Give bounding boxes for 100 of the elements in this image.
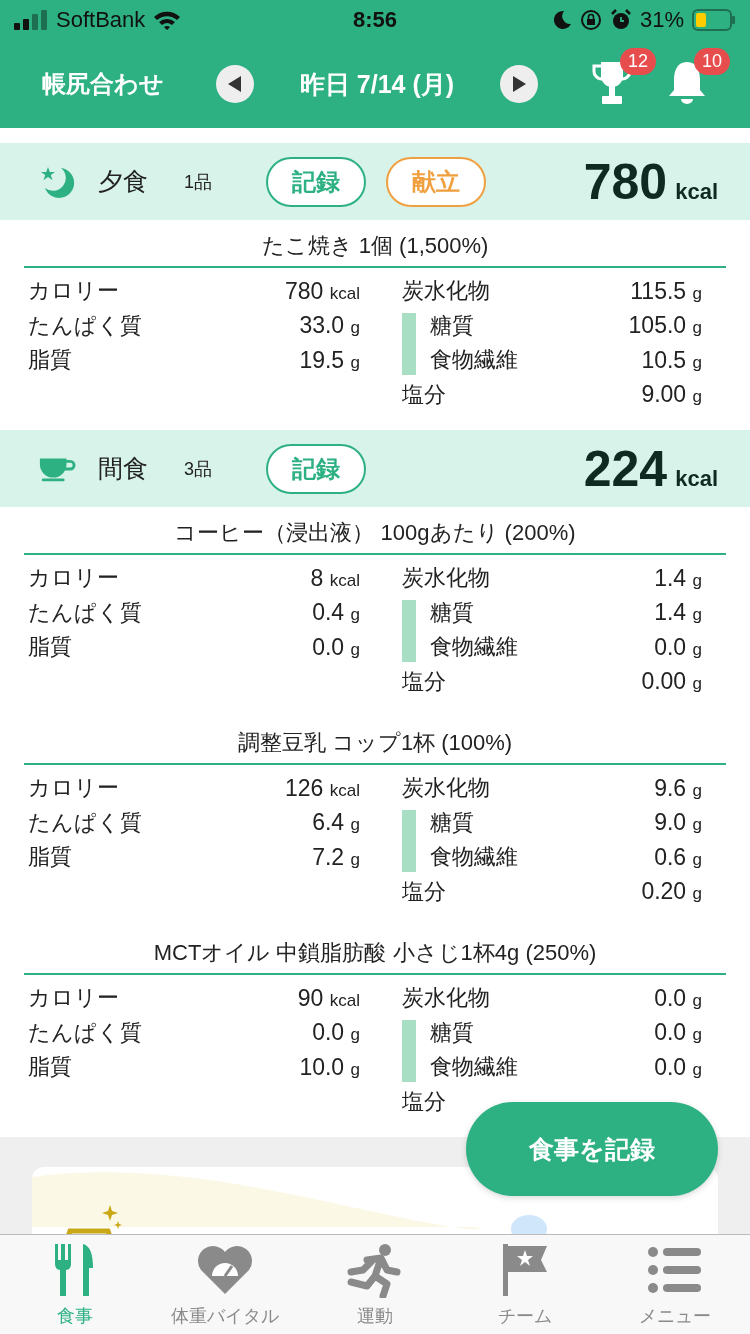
nutrient-value: 10.5 g: [641, 346, 702, 374]
nutrient-label: たんぱく質: [28, 1018, 142, 1047]
nutrient-value: 0.0 g: [312, 633, 360, 661]
nutrient-value: 1.4 g: [654, 599, 702, 627]
next-day-button[interactable]: [500, 65, 538, 103]
nutrient-value: 126 kcal: [285, 774, 360, 802]
nutrient-label: 食物繊維: [430, 346, 518, 375]
meal-plan-button[interactable]: 献立: [386, 156, 486, 207]
item-count: 3品: [184, 457, 213, 481]
rotation-lock-icon: [579, 9, 602, 31]
nutrient-value: 7.2 g: [312, 843, 360, 871]
tab-item[interactable]: チーム: [450, 1235, 600, 1334]
moon-icon: [551, 10, 572, 30]
food-title[interactable]: コーヒー（浸出液） 100gあたり (200%): [24, 507, 726, 555]
nutrient-label: 食物繊維: [430, 1053, 518, 1082]
nutrient-value: 19.5 g: [299, 346, 360, 374]
nutrient-label: 脂質: [28, 633, 72, 662]
nutrient-label: 塩分: [402, 1087, 446, 1116]
wifi-icon: [153, 10, 182, 30]
tab-item[interactable]: 体重バイタル: [150, 1235, 300, 1334]
nutrient-label: 糖質: [430, 1018, 474, 1047]
left-triangle-icon: [228, 76, 242, 92]
item-count: 1品: [184, 170, 213, 194]
page-title: 帳尻合わせ: [42, 69, 165, 99]
nutrient-value: 9.00 g: [641, 381, 702, 409]
nutrient-label: たんぱく質: [28, 598, 142, 627]
food-title[interactable]: MCTオイル 中鎖脂肪酸 小さじ1杯4g (250%): [24, 927, 726, 975]
nutrient-value: 90 kcal: [297, 984, 360, 1012]
food-title[interactable]: 調整豆乳 コップ1杯 (100%): [24, 717, 726, 765]
nutrient-label: 食物繊維: [430, 633, 518, 662]
nutrient-value: 1.4 g: [654, 564, 702, 592]
nutrient-value: 780 kcal: [285, 277, 360, 305]
tab-item[interactable]: メニュー: [600, 1235, 750, 1334]
nutrient-label: 糖質: [430, 598, 474, 627]
nutrient-value: 0.0 g: [654, 984, 702, 1012]
nutrient-label: 炭水化物: [402, 774, 490, 803]
nutrient-label: たんぱく質: [28, 311, 142, 340]
running-person-icon: [347, 1242, 403, 1298]
nutrient-label: 食物繊維: [430, 843, 518, 872]
nutrient-label: カロリー: [28, 774, 119, 803]
nutrient-value: 9.6 g: [654, 774, 702, 802]
meal-name: 夕食: [98, 166, 149, 197]
nutrient-label: 炭水化物: [402, 564, 490, 593]
tab-item[interactable]: 食事: [0, 1235, 150, 1334]
nutrient-label: 糖質: [430, 808, 474, 837]
indent-bar: [402, 1019, 416, 1082]
nutrient-value: 9.0 g: [654, 809, 702, 837]
nutrient-label: 炭水化物: [402, 277, 490, 306]
bubble-drawing: [511, 1215, 547, 1234]
clock-time: 8:56: [351, 7, 398, 33]
nutrient-value: 8 kcal: [310, 564, 360, 592]
nutrient-label: 塩分: [402, 667, 446, 696]
nutrient-value: 105.0 g: [628, 312, 702, 340]
nutrient-value: 10.0 g: [299, 1053, 360, 1081]
nutrient-value: 0.00 g: [641, 668, 702, 696]
nutrient-label: 脂質: [28, 346, 72, 375]
food-title[interactable]: たこ焼き 1個 (1,500%): [24, 220, 726, 268]
indent-bar: [402, 312, 416, 375]
nutrient-value: 0.0 g: [654, 1019, 702, 1047]
date-label: 昨日 7/14 (月): [298, 68, 456, 100]
flag-star-icon: [501, 1242, 549, 1298]
nutrient-label: 脂質: [28, 1053, 72, 1082]
previous-day-button[interactable]: [216, 65, 254, 103]
nutrient-value: 0.0 g: [312, 1019, 360, 1047]
right-triangle-icon: [512, 76, 526, 92]
signal-icon: [14, 10, 48, 30]
indent-bar: [402, 809, 416, 872]
carrier-name: SoftBank: [56, 7, 146, 33]
battery-icon: [692, 9, 736, 31]
notification-badge: 12: [620, 48, 657, 75]
indent-bar: [402, 599, 416, 662]
calorie-unit: kcal: [675, 178, 718, 205]
calorie-unit: kcal: [675, 465, 718, 492]
nutrient-value: 6.4 g: [312, 809, 360, 837]
nutrient-label: 糖質: [430, 311, 474, 340]
nutrient-value: 0.4 g: [312, 599, 360, 627]
meal-name: 間食: [98, 453, 149, 484]
meal-calories: 224: [583, 439, 668, 498]
nutrient-label: たんぱく質: [28, 808, 142, 837]
nutrient-label: 炭水化物: [402, 984, 490, 1013]
nutrient-label: カロリー: [28, 984, 119, 1013]
nutrient-label: 塩分: [402, 877, 446, 906]
nutrient-label: 塩分: [402, 380, 446, 409]
record-meal-button[interactable]: 食事を記録: [466, 1102, 718, 1196]
alarm-icon: [609, 9, 632, 31]
notification-badge: 10: [694, 48, 731, 75]
nutrient-label: カロリー: [28, 564, 119, 593]
record-button[interactable]: 記録: [266, 156, 366, 207]
meal-calories: 780: [583, 152, 668, 211]
tab-item[interactable]: 運動: [300, 1235, 450, 1334]
record-button[interactable]: 記録: [266, 443, 366, 494]
nutrient-value: 0.0 g: [654, 633, 702, 661]
nutrient-value: 0.20 g: [641, 878, 702, 906]
nutrient-label: 脂質: [28, 843, 72, 872]
nutrient-value: 0.0 g: [654, 1053, 702, 1081]
battery-percent: 31%: [639, 7, 684, 33]
nutrient-value: 115.5 g: [630, 277, 702, 305]
nutrient-label: カロリー: [28, 277, 119, 306]
nutrient-value: 0.6 g: [654, 843, 702, 871]
nutrient-value: 33.0 g: [299, 312, 360, 340]
